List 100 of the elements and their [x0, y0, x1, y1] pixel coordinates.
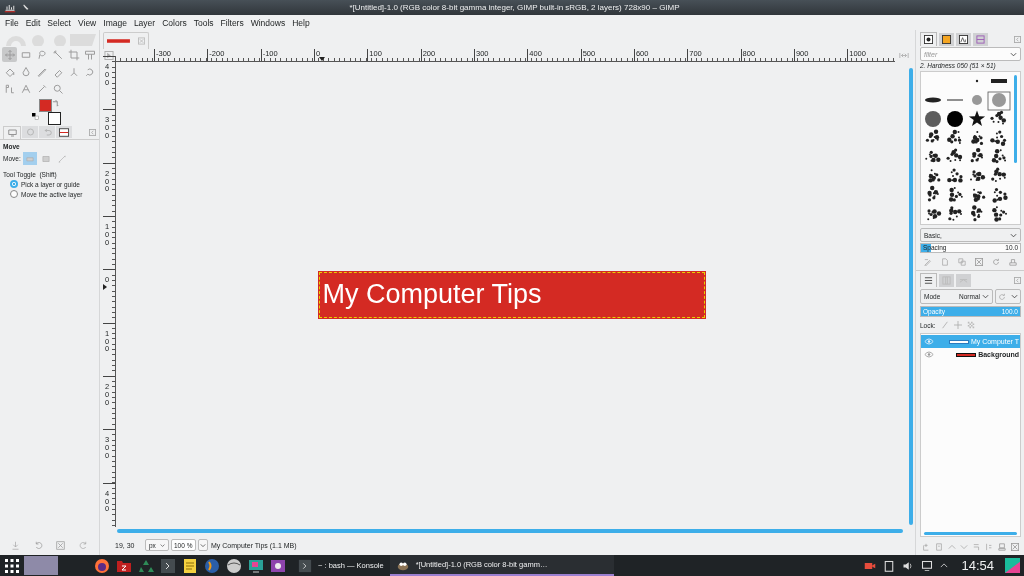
radio-button[interactable] [10, 180, 18, 188]
menu-item[interactable]: Edit [25, 17, 41, 28]
vertical-scrollbar[interactable] [909, 68, 913, 525]
brush-list-scrollbar[interactable] [1013, 75, 1017, 163]
export-icon[interactable] [1008, 258, 1017, 266]
caret-icon[interactable] [1010, 52, 1017, 57]
new-document-icon[interactable] [941, 258, 950, 266]
menu-item[interactable]: Colors [162, 17, 187, 28]
path-icon [3, 82, 16, 95]
network-icon[interactable] [921, 559, 934, 572]
document-history-tab[interactable] [973, 32, 988, 46]
stack-icon [924, 276, 933, 285]
background-color-swatch[interactable] [48, 112, 61, 125]
font-icon [959, 34, 968, 44]
mask-icon[interactable] [998, 543, 1007, 551]
move-mode-button[interactable] [22, 152, 37, 165]
device-status-tab[interactable] [22, 126, 38, 138]
app-launcher-icon[interactable] [5, 558, 19, 573]
pin-icon[interactable] [21, 3, 30, 12]
new-group-icon[interactable] [934, 543, 943, 551]
position-lock-icon[interactable] [953, 321, 962, 329]
menu-item[interactable]: Filters [220, 17, 244, 28]
layers-tab[interactable] [920, 273, 937, 287]
lower-icon[interactable] [960, 543, 969, 551]
raise-icon[interactable] [947, 543, 956, 551]
tool-button[interactable] [2, 47, 17, 62]
delete-icon[interactable] [1010, 543, 1019, 551]
menu-item[interactable]: Layer [133, 17, 156, 28]
patterns-tab[interactable] [939, 32, 954, 46]
alpha-lock-icon[interactable] [966, 321, 975, 329]
globe-icon[interactable] [204, 557, 220, 574]
delete-icon[interactable] [974, 258, 983, 266]
delete-icon[interactable] [56, 541, 66, 550]
reset-icon[interactable] [79, 541, 89, 550]
path-mode-icon [56, 153, 67, 164]
cross-arrows-icon [3, 48, 16, 61]
browser-icon[interactable] [94, 557, 110, 574]
terminal-icon[interactable] [160, 557, 176, 574]
menu-item[interactable]: Windows [250, 17, 286, 28]
anchor-icon[interactable] [985, 543, 994, 551]
clipboard-icon[interactable] [883, 559, 896, 572]
notes-icon[interactable] [182, 557, 198, 574]
menu-item[interactable]: File [5, 17, 19, 28]
panel-menu-icon[interactable] [89, 128, 96, 136]
paths-tab[interactable] [956, 273, 971, 287]
monitor-icon[interactable] [248, 557, 264, 574]
foreground-color-swatch[interactable] [39, 99, 52, 112]
image-thumbnail-icon [107, 39, 130, 43]
drop-icon [19, 65, 32, 78]
duplicate-icon[interactable] [958, 258, 967, 266]
tool-options-tab[interactable] [3, 125, 21, 139]
edit-icon[interactable] [924, 258, 933, 266]
tool-button[interactable] [66, 47, 81, 62]
lasso-icon [35, 48, 48, 61]
image-tab[interactable] [103, 32, 149, 49]
quick-mask-icon[interactable] [104, 51, 114, 60]
channels-icon [942, 275, 951, 285]
caret-icon [200, 542, 206, 548]
caret-icon [159, 542, 165, 548]
menu-item[interactable]: View [78, 17, 97, 28]
clock[interactable]: 14:54 [961, 558, 994, 573]
eye-icon[interactable] [924, 351, 934, 358]
transform-icon [83, 48, 96, 61]
menu-item[interactable]: Select [47, 17, 71, 28]
menu-item[interactable]: Tools [193, 17, 214, 28]
new-layer-icon[interactable] [922, 543, 931, 551]
composite-dropdown[interactable] [995, 289, 1021, 304]
pointer-marker-icon [103, 284, 107, 290]
close-icon[interactable] [137, 37, 145, 45]
layer-list-scrollbar[interactable] [924, 531, 1017, 535]
dial-icon [25, 128, 35, 136]
horizontal-scrollbar[interactable] [117, 529, 903, 533]
image-thumbnail-icon [59, 127, 69, 137]
menu-item[interactable]: Help [292, 17, 310, 28]
history-icon [976, 34, 985, 44]
disc-icon[interactable] [226, 557, 242, 574]
video-icon[interactable] [270, 557, 286, 574]
panel-menu-icon[interactable] [1014, 276, 1021, 284]
pattern-icon [942, 34, 951, 44]
images-tab[interactable] [56, 126, 72, 138]
swap-icon[interactable] [52, 100, 59, 107]
brush-lock-icon[interactable] [940, 321, 949, 329]
banner-image[interactable]: My Computer Tips [317, 270, 706, 319]
navigate-icon[interactable] [899, 52, 909, 59]
restore-icon[interactable] [33, 541, 43, 550]
selection-mode-icon [40, 153, 51, 164]
zoom-dropdown[interactable] [198, 539, 208, 551]
save-options-icon[interactable] [10, 541, 20, 550]
duplicate-icon[interactable] [972, 543, 981, 551]
refresh-icon[interactable] [991, 258, 1000, 266]
fonts-tab[interactable] [956, 32, 971, 46]
show-desktop-icon[interactable] [1005, 558, 1020, 573]
brushes-tab[interactable] [920, 32, 937, 46]
radio-button[interactable] [10, 190, 18, 198]
cycle-icon [998, 292, 1007, 301]
panel-menu-icon[interactable] [1014, 35, 1021, 43]
default-colors-icon[interactable] [32, 113, 39, 120]
zoom-icon [51, 82, 64, 95]
app-icon[interactable] [4, 2, 16, 13]
menu-item[interactable]: Image [103, 17, 127, 28]
